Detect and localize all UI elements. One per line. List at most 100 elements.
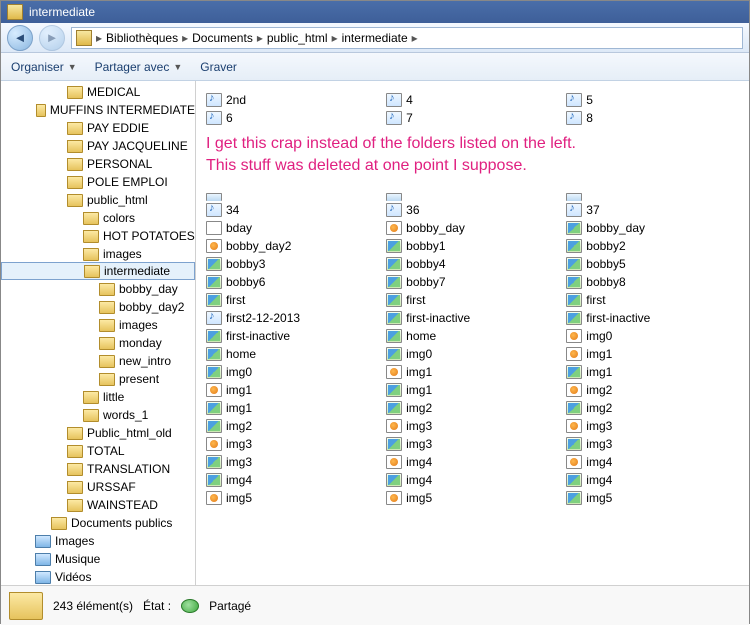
tree-item[interactable]: intermediate (1, 262, 195, 280)
tree-item[interactable]: PERSONAL (1, 155, 195, 173)
file-item[interactable]: img3 (382, 417, 562, 435)
tree-item[interactable]: TRANSLATION (1, 460, 195, 478)
tree-item[interactable]: new_intro (1, 352, 195, 370)
tree-item[interactable]: URSSAF (1, 478, 195, 496)
tree-item[interactable]: present (1, 370, 195, 388)
tree-item[interactable]: PAY JACQUELINE (1, 137, 195, 155)
file-item[interactable]: first (382, 291, 562, 309)
file-item[interactable]: img1 (382, 363, 562, 381)
breadcrumb[interactable]: ▸ Bibliothèques ▸ Documents ▸ public_htm… (71, 27, 743, 49)
tree-item[interactable]: images (1, 245, 195, 263)
breadcrumb-item[interactable]: public_html (267, 31, 328, 45)
folder-icon (67, 463, 83, 476)
file-item[interactable]: bobby_day2 (202, 237, 382, 255)
file-item[interactable]: 5 (562, 91, 742, 109)
file-item[interactable]: 4 (382, 91, 562, 109)
file-item[interactable]: first-inactive (382, 309, 562, 327)
file-item[interactable]: bday (202, 219, 382, 237)
tree-item[interactable]: WAINSTEAD (1, 496, 195, 514)
file-item[interactable]: 36 (382, 201, 562, 219)
folder-icon (99, 301, 115, 314)
breadcrumb-item[interactable]: Documents (192, 31, 253, 45)
file-item[interactable]: img2 (562, 381, 742, 399)
file-item[interactable]: bobby3 (202, 255, 382, 273)
file-item[interactable]: 2nd (202, 91, 382, 109)
tree-item[interactable]: images (1, 316, 195, 334)
file-item[interactable]: img0 (562, 327, 742, 345)
tree-item[interactable]: MEDICAL (1, 83, 195, 101)
file-item[interactable]: home (202, 345, 382, 363)
tree-item[interactable]: MUFFINS INTERMEDIATE (1, 101, 195, 119)
file-item[interactable]: img0 (382, 345, 562, 363)
file-item[interactable]: 34 (202, 201, 382, 219)
forward-button[interactable]: ► (39, 25, 65, 51)
file-item[interactable]: bobby1 (382, 237, 562, 255)
file-item[interactable]: img4 (562, 471, 742, 489)
tree-item[interactable]: monday (1, 334, 195, 352)
tree-item[interactable]: Vidéos (1, 568, 195, 585)
file-item[interactable]: first (562, 291, 742, 309)
file-item[interactable]: bobby_day (562, 219, 742, 237)
file-list-pane[interactable]: 2nd64758 I get this crap instead of the … (196, 81, 749, 585)
tree-item[interactable]: Documents publics (1, 514, 195, 532)
file-item[interactable]: 8 (562, 109, 742, 127)
file-item[interactable]: img5 (382, 489, 562, 507)
breadcrumb-item[interactable]: Bibliothèques (106, 31, 178, 45)
file-item[interactable]: img3 (202, 435, 382, 453)
tree-item[interactable]: Musique (1, 550, 195, 568)
file-item[interactable]: img1 (202, 399, 382, 417)
tree-item[interactable]: TOTAL (1, 442, 195, 460)
file-item[interactable]: img1 (562, 363, 742, 381)
file-item[interactable]: img4 (382, 471, 562, 489)
burn-button[interactable]: Graver (200, 60, 237, 74)
tree-item[interactable]: POLE EMPLOI (1, 173, 195, 191)
tree-item[interactable]: little (1, 388, 195, 406)
breadcrumb-item[interactable]: intermediate (342, 31, 408, 45)
organize-button[interactable]: Organiser ▼ (11, 60, 77, 74)
file-item[interactable]: img4 (382, 453, 562, 471)
file-item[interactable]: bobby2 (562, 237, 742, 255)
file-item[interactable]: img4 (202, 471, 382, 489)
tree-item[interactable]: bobby_day2 (1, 298, 195, 316)
file-item[interactable]: img3 (382, 435, 562, 453)
folder-tree[interactable]: MEDICALMUFFINS INTERMEDIATEPAY EDDIEPAY … (1, 81, 196, 585)
tree-item[interactable]: colors (1, 209, 195, 227)
file-item[interactable]: bobby4 (382, 255, 562, 273)
file-item[interactable]: img0 (202, 363, 382, 381)
file-item[interactable]: img3 (562, 435, 742, 453)
file-item[interactable]: img1 (382, 381, 562, 399)
file-item[interactable]: img1 (202, 381, 382, 399)
file-item[interactable]: img2 (562, 399, 742, 417)
file-item[interactable]: bobby6 (202, 273, 382, 291)
file-item[interactable]: img4 (562, 453, 742, 471)
tree-item[interactable]: Public_html_old (1, 424, 195, 442)
file-item[interactable]: first2-12-2013 (202, 309, 382, 327)
file-item[interactable]: 7 (382, 109, 562, 127)
file-item[interactable]: bobby8 (562, 273, 742, 291)
tree-item[interactable]: HOT POTATOES (1, 227, 195, 245)
file-item[interactable]: img5 (562, 489, 742, 507)
file-item[interactable]: first-inactive (202, 327, 382, 345)
folder-icon (83, 212, 99, 225)
tree-item[interactable]: bobby_day (1, 280, 195, 298)
file-item[interactable]: bobby5 (562, 255, 742, 273)
tree-item[interactable]: Images (1, 532, 195, 550)
file-item[interactable]: img5 (202, 489, 382, 507)
file-item[interactable]: img2 (382, 399, 562, 417)
tree-item[interactable]: PAY EDDIE (1, 119, 195, 137)
file-item[interactable]: img1 (562, 345, 742, 363)
file-item[interactable]: first-inactive (562, 309, 742, 327)
file-item[interactable]: 37 (562, 201, 742, 219)
file-item[interactable]: img3 (562, 417, 742, 435)
file-item[interactable]: img2 (202, 417, 382, 435)
file-item[interactable]: first (202, 291, 382, 309)
tree-item[interactable]: public_html (1, 191, 195, 209)
tree-item[interactable]: words_1 (1, 406, 195, 424)
file-item[interactable]: 6 (202, 109, 382, 127)
share-with-button[interactable]: Partager avec ▼ (95, 60, 183, 74)
file-item[interactable]: img3 (202, 453, 382, 471)
file-item[interactable]: home (382, 327, 562, 345)
file-item[interactable]: bobby_day (382, 219, 562, 237)
file-item[interactable]: bobby7 (382, 273, 562, 291)
back-button[interactable]: ◄ (7, 25, 33, 51)
